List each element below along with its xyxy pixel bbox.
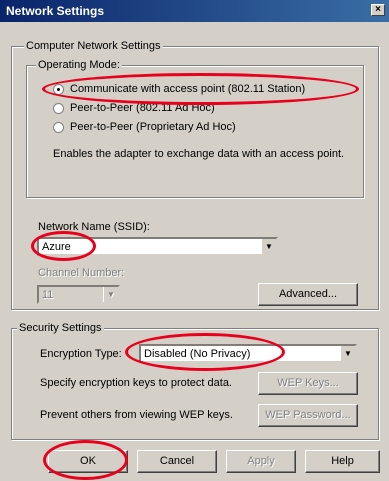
radio-proprietary-adhoc-mode-label[interactable]: Peer-to-Peer (Proprietary Ad Hoc) [70, 121, 236, 133]
network-name-value: Azure [42, 241, 71, 253]
radio-station-mode-label[interactable]: Communicate with access point (802.11 St… [70, 83, 305, 95]
prevent-viewing-text: Prevent others from viewing WEP keys. [40, 409, 233, 421]
encryption-type-combo[interactable]: Disabled (No Privacy) ▼ [139, 344, 357, 363]
close-button[interactable]: × [371, 4, 385, 16]
dialog-title: Network Settings [6, 4, 105, 18]
wep-password-button[interactable]: WEP Password... [258, 404, 358, 427]
radio-adhoc-mode-label[interactable]: Peer-to-Peer (802.11 Ad Hoc) [70, 102, 215, 114]
chevron-down-icon[interactable]: ▼ [340, 346, 355, 361]
network-settings-dialog: Network Settings × Computer Network Sett… [0, 0, 389, 481]
cancel-button[interactable]: Cancel [137, 450, 217, 473]
computer-network-settings-legend: Computer Network Settings [24, 40, 163, 53]
radio-proprietary-adhoc-mode[interactable] [53, 122, 64, 133]
advanced-button[interactable]: Advanced... [258, 283, 358, 306]
operating-mode-legend: Operating Mode: [36, 59, 122, 72]
chevron-down-icon[interactable]: ▼ [103, 287, 118, 302]
title-bar[interactable]: Network Settings × [0, 0, 389, 22]
encryption-keys-text: Specify encryption keys to protect data. [40, 377, 232, 389]
network-name-label: Network Name (SSID): [38, 221, 150, 233]
chevron-down-icon[interactable]: ▼ [261, 239, 276, 254]
radio-adhoc-mode[interactable] [53, 103, 64, 114]
operating-mode-description: Enables the adapter to exchange data wit… [53, 148, 345, 160]
wep-keys-button[interactable]: WEP Keys... [258, 372, 358, 395]
encryption-type-value: Disabled (No Privacy) [144, 348, 251, 360]
apply-button[interactable]: Apply [226, 450, 296, 473]
channel-number-value: 11 [42, 289, 54, 301]
network-name-combo[interactable]: Azure ▼ [37, 237, 278, 256]
channel-number-combo[interactable]: 11 ▼ [37, 285, 120, 304]
ok-button[interactable]: OK [48, 450, 128, 473]
radio-station-mode[interactable] [53, 84, 64, 95]
security-settings-legend: Security Settings [17, 322, 104, 335]
channel-number-label: Channel Number: [38, 267, 125, 279]
help-button[interactable]: Help [305, 450, 380, 473]
encryption-type-label: Encryption Type: [40, 348, 122, 360]
